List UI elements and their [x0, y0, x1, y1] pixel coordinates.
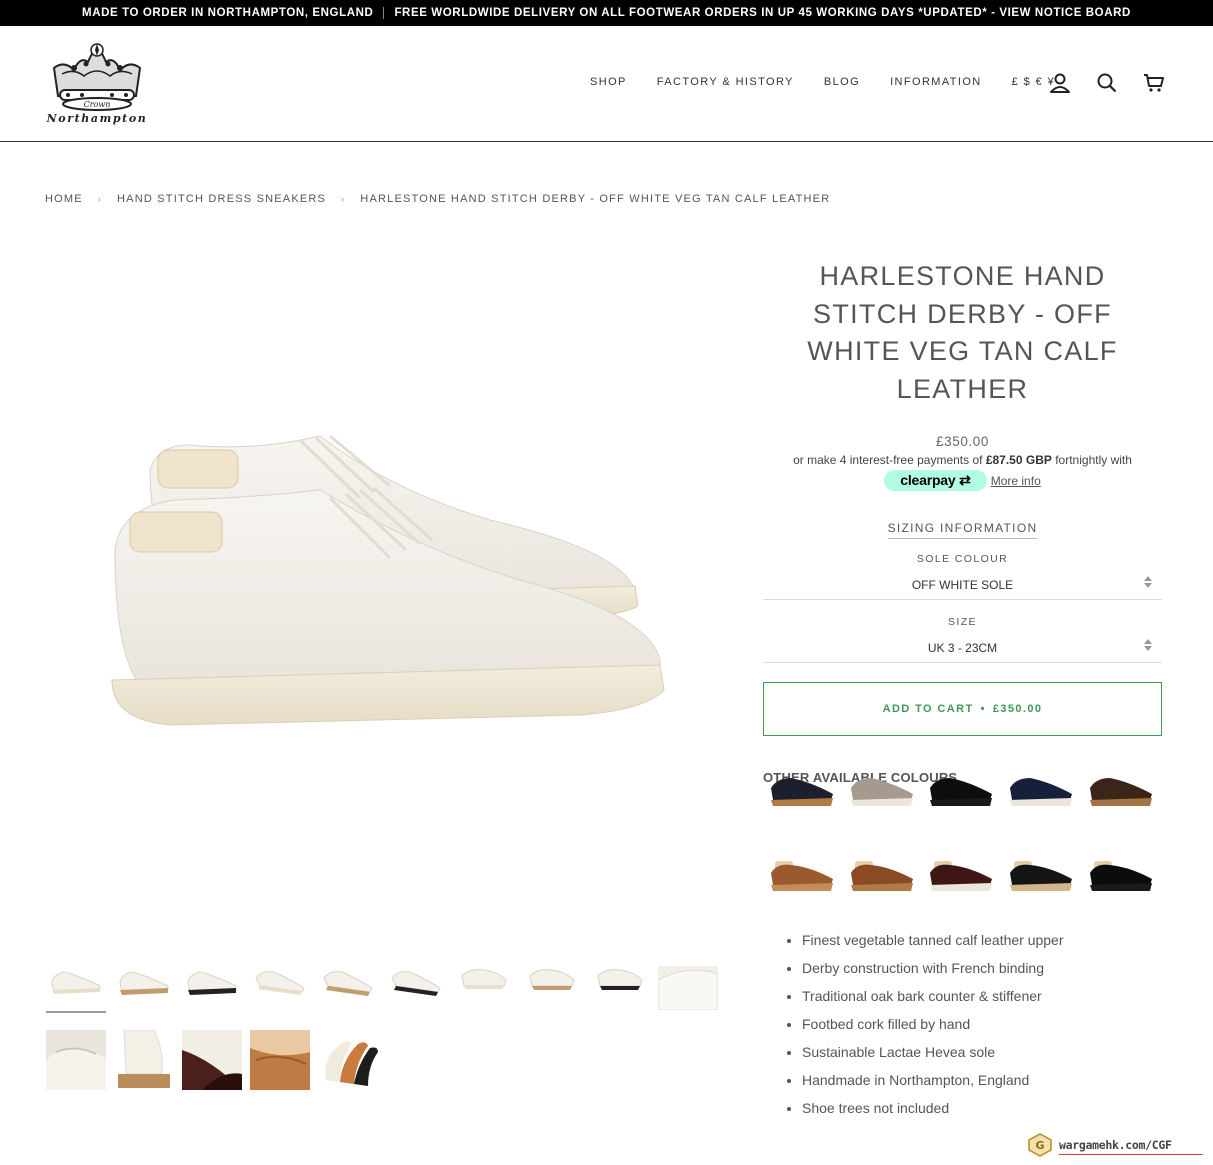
announcement-bar[interactable]: MADE TO ORDER IN NORTHAMPTON, ENGLAND FR… [0, 0, 1213, 26]
thumbnail-4[interactable] [250, 950, 310, 1010]
clearpay-amount: £87.50 GBP [985, 453, 1052, 467]
thumbnail-11[interactable] [46, 1030, 106, 1090]
size-label: SIZE [948, 616, 977, 628]
feature-item: Sustainable Lactae Hevea sole [802, 1038, 1165, 1066]
breadcrumb-collection[interactable]: HAND STITCH DRESS SNEAKERS [117, 193, 326, 205]
clearpay-suffix: fortnightly with [1055, 453, 1132, 467]
cart-icon[interactable] [1143, 72, 1165, 94]
crown-logo-text: Crown [84, 100, 111, 109]
colour-swatch-3[interactable] [926, 758, 996, 828]
nav-shop[interactable]: SHOP [590, 76, 627, 88]
breadcrumb-home[interactable]: HOME [45, 193, 83, 205]
thumbnail-10[interactable] [658, 950, 718, 1010]
colour-swatch-6[interactable] [767, 843, 837, 913]
colour-swatch-7[interactable] [847, 843, 917, 913]
site-header: Crown Northampton SHOP FACTORY & HISTORY… [0, 26, 1213, 142]
thumbnail-14[interactable] [250, 1030, 310, 1090]
clearpay-prefix: or make 4 interest-free payments of [793, 453, 983, 467]
thumbnail-3[interactable] [182, 950, 242, 1010]
search-icon[interactable] [1096, 72, 1118, 94]
clearpay-badge: clearpay ⇄ [884, 470, 987, 491]
add-to-cart-button[interactable]: ADD TO CART • £350.00 [763, 682, 1162, 736]
nav-blog[interactable]: BLOG [824, 76, 860, 88]
add-to-cart-price: £350.00 [992, 703, 1043, 715]
account-icon[interactable] [1049, 72, 1071, 94]
thumbnail-7[interactable] [454, 950, 514, 1010]
thumbnail-13[interactable] [182, 1030, 242, 1090]
announcement-right[interactable]: FREE WORLDWIDE DELIVERY ON ALL FOOTWEAR … [394, 7, 1131, 19]
feature-list: Finest vegetable tanned calf leather upp… [785, 926, 1165, 1122]
chevron-right-icon: › [97, 194, 103, 204]
logo-wordmark: Northampton [46, 112, 148, 125]
main-product-image[interactable] [60, 380, 700, 760]
colour-swatch-4[interactable] [1006, 758, 1076, 828]
thumbnail-2[interactable] [114, 950, 174, 1010]
product-price: £350.00 [936, 434, 989, 449]
product-title: HARLESTONE HAND STITCH DERBY - OFF WHITE… [807, 261, 1118, 404]
feature-item: Footbed cork filled by hand [802, 1010, 1165, 1038]
watermark-logo-icon: G [1028, 1133, 1052, 1157]
clearpay-brand: clearpay [900, 472, 956, 488]
clearpay-more-info-link[interactable]: More info [991, 474, 1041, 488]
colour-swatch-1[interactable] [767, 758, 837, 828]
sole-colour-value[interactable]: OFF WHITE SOLE [763, 578, 1162, 592]
crown-logo-icon: Crown [52, 43, 142, 111]
product-info: HARLESTONE HAND STITCH DERBY - OFF WHITE… [763, 258, 1162, 785]
add-to-cart-separator: • [980, 703, 986, 715]
size-value[interactable]: UK 3 - 23CM [763, 641, 1162, 655]
announcement-left: MADE TO ORDER IN NORTHAMPTON, ENGLAND [82, 7, 374, 19]
select-arrows-icon [1144, 639, 1152, 651]
colour-swatch-5[interactable] [1086, 758, 1156, 828]
clearpay-row: clearpay ⇄ More info [763, 470, 1162, 491]
feature-item: Shoe trees not included [802, 1094, 1165, 1122]
chevron-right-icon: › [341, 194, 346, 204]
thumbnail-9[interactable] [590, 950, 650, 1010]
feature-item: Handmade in Northampton, England [802, 1066, 1165, 1094]
nav-information[interactable]: INFORMATION [890, 76, 982, 88]
feature-item: Finest vegetable tanned calf leather upp… [802, 926, 1165, 954]
feature-item: Traditional oak bark counter & stiffener [802, 982, 1165, 1010]
clearpay-arrows-icon: ⇄ [955, 472, 971, 488]
colour-swatch-10[interactable] [1086, 843, 1156, 913]
watermark-text: wargamehk.com/CGF [1059, 1138, 1172, 1152]
brand-logo[interactable]: Crown Northampton [44, 38, 150, 130]
active-thumbnail-indicator [46, 1011, 106, 1013]
breadcrumb-current: HARLESTONE HAND STITCH DERBY - OFF WHITE… [360, 193, 831, 205]
nav-factory-history[interactable]: FACTORY & HISTORY [657, 76, 794, 88]
select-arrows-icon [1144, 576, 1152, 588]
thumbnail-6[interactable] [386, 950, 446, 1010]
svg-text:G: G [1035, 1139, 1044, 1152]
thumbnail-1[interactable] [46, 950, 106, 1010]
watermark-underline [1059, 1154, 1203, 1155]
clearpay-message: or make 4 interest-free payments of £87.… [763, 453, 1162, 467]
announcement-divider [383, 7, 385, 19]
add-to-cart-label: ADD TO CART [882, 703, 974, 715]
thumbnail-15[interactable] [318, 1030, 378, 1090]
thumbnail-8[interactable] [522, 950, 582, 1010]
watermark: G wargamehk.com/CGF [1027, 1133, 1207, 1157]
main-nav: SHOP FACTORY & HISTORY BLOG INFORMATION … [590, 76, 1083, 88]
feature-item: Derby construction with French binding [802, 954, 1165, 982]
sole-colour-select[interactable]: SOLE COLOUR OFF WHITE SOLE [763, 537, 1162, 600]
size-select[interactable]: SIZE UK 3 - 23CM [763, 600, 1162, 663]
colour-swatch-9[interactable] [1006, 843, 1076, 913]
colour-swatch-8[interactable] [926, 843, 996, 913]
sizing-information-link[interactable]: SIZING INFORMATION [763, 519, 1162, 539]
thumbnail-5[interactable] [318, 950, 378, 1010]
colour-swatch-2[interactable] [847, 758, 917, 828]
sole-colour-label: SOLE COLOUR [916, 553, 1009, 565]
thumbnail-12[interactable] [114, 1030, 174, 1090]
breadcrumb: HOME › HAND STITCH DRESS SNEAKERS › HARLESTO… [45, 193, 830, 205]
